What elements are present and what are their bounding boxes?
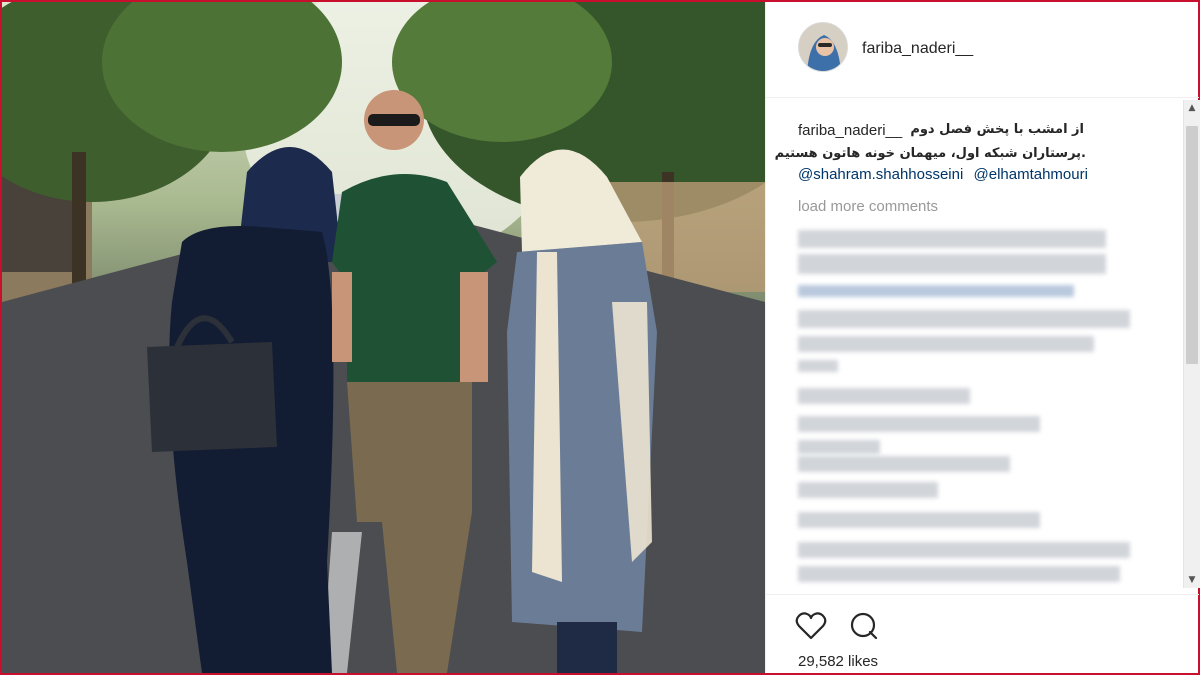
avatar[interactable]: [798, 22, 848, 72]
caption-mentions: @shahram.shahhosseini @elhamtahmouri: [798, 166, 1094, 183]
redacted-comment: [798, 512, 1040, 528]
heart-outline-icon[interactable]: [794, 609, 828, 643]
redacted-comment: [798, 336, 1094, 352]
caption-text-line-2: .پرستاران شبکه اول، میهمان خونه هاتون هس…: [774, 146, 1086, 161]
redacted-comment: [798, 566, 1120, 582]
comments-scrollbar[interactable]: ▲ ▼: [1183, 100, 1200, 588]
avatar-image: [799, 23, 847, 71]
load-more-comments-link[interactable]: load more comments: [798, 198, 938, 215]
post-sidebar: fariba_naderi__ fariba_naderi__ از امشب …: [765, 2, 1199, 673]
triangle-down-icon[interactable]: ▼: [1184, 572, 1200, 588]
redacted-comment: [798, 388, 970, 404]
redacted-comment: [798, 440, 880, 454]
redacted-comment: [798, 254, 1106, 274]
redacted-comment: [798, 230, 1106, 248]
mention-link[interactable]: @elhamtahmouri: [974, 166, 1088, 183]
redacted-comment: [798, 456, 1010, 472]
redacted-comment: [798, 542, 1130, 558]
speech-bubble-icon[interactable]: [846, 609, 880, 643]
comments-list: fariba_naderi__ از امشب با پخش فصل دوم .…: [766, 102, 1186, 590]
caption-username[interactable]: fariba_naderi__: [798, 122, 902, 139]
post-actions: 29,582 likes: [766, 594, 1199, 673]
street-scene-image: [2, 2, 765, 673]
redacted-comment: [798, 310, 1130, 328]
redacted-comment: [798, 482, 938, 498]
triangle-up-icon[interactable]: ▲: [1184, 100, 1200, 116]
likes-count[interactable]: 29,582 likes: [798, 653, 878, 670]
post-header: fariba_naderi__: [766, 2, 1199, 98]
mention-link[interactable]: @shahram.shahhosseini: [798, 166, 963, 183]
scrollbar-thumb[interactable]: [1186, 126, 1198, 364]
redacted-comment: [798, 285, 1074, 297]
redacted-comment: [798, 416, 1040, 432]
caption-text-line-1: از امشب با پخش فصل دوم: [910, 122, 1084, 137]
post-photo[interactable]: [2, 2, 765, 673]
redacted-comment: [798, 360, 838, 372]
post-author-username[interactable]: fariba_naderi__: [862, 40, 973, 58]
